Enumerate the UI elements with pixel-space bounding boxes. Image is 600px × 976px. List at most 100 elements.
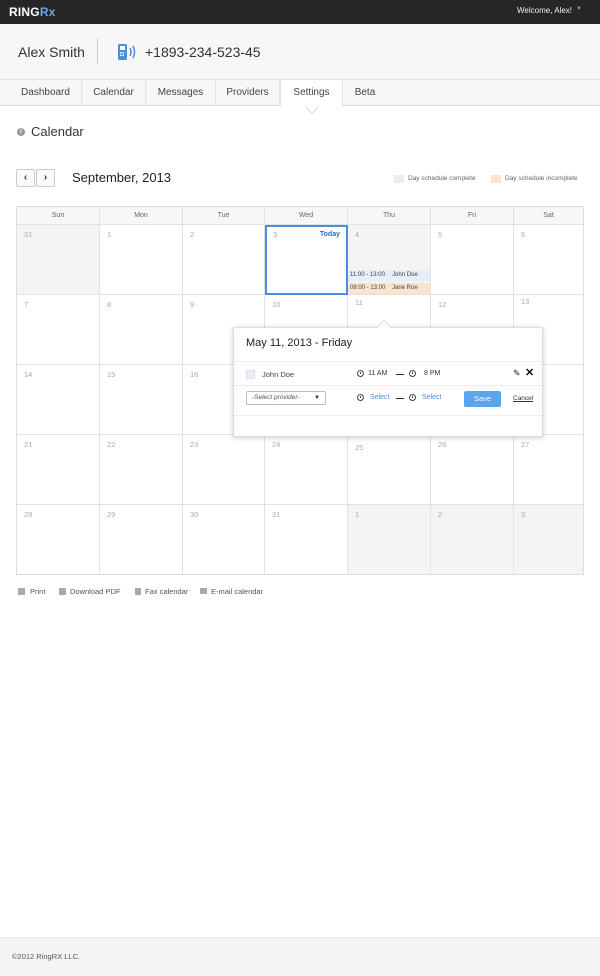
clock-icon [409,394,416,401]
day-number: 27 [521,440,530,449]
printer-icon [18,588,25,595]
active-tab-indicator [304,99,319,115]
tab-providers[interactable]: Providers [216,80,280,106]
end-time-select[interactable]: Select [422,394,441,401]
day-cell[interactable]: 1 [100,225,183,295]
start-time-select[interactable]: Select [370,394,389,401]
close-icon[interactable]: ✕ [525,368,535,379]
event-time: 08:00 - 13:00 [350,285,386,291]
day-cell[interactable]: 24 [265,435,348,505]
day-cell[interactable]: 23 [183,435,265,505]
day-cell[interactable]: 8 [100,295,183,365]
schedule-event[interactable]: 08:00 - 13:00 Jane Roe [348,283,430,294]
day-cell[interactable]: 15 [100,365,183,435]
chevron-down-icon[interactable]: ▼ [576,6,582,12]
day-number: 1 [107,230,112,239]
tab-messages[interactable]: Messages [146,80,216,106]
day-cell[interactable]: 6 [514,225,583,295]
day-cell[interactable]: 31 [265,505,348,574]
day-number: 21 [24,440,33,449]
clock-icon [357,394,364,401]
day-cell[interactable]: 25 [348,435,431,505]
email-calendar-link[interactable]: E-mail calendar [211,587,263,596]
page-title: Calendar [31,124,84,139]
provider-color-swatch [246,370,255,379]
day-number: 15 [107,370,116,379]
weekday-header: Fri [431,207,514,225]
day-number: 16 [190,370,199,379]
divider [234,361,542,362]
day-number: 11 [355,298,363,307]
event-provider: Jane Roe [392,285,418,291]
day-number: 5 [438,230,443,239]
time-separator [396,374,404,375]
next-month-button[interactable]: › [36,169,55,187]
day-cell[interactable]: 1 [348,505,431,574]
day-number: 30 [190,510,199,519]
tab-dashboard[interactable]: Dashboard [10,80,82,106]
day-cell[interactable]: 3 [514,505,583,574]
day-number: 9 [190,300,195,309]
today-cell[interactable]: 3 Today [265,225,348,295]
day-cell[interactable]: 30 [183,505,265,574]
month-title: September, 2013 [72,170,172,185]
print-link[interactable]: Print [30,587,45,596]
user-name: Alex Smith [18,44,85,60]
prev-month-button[interactable]: ‹ [16,169,35,187]
caret-down-icon: ▼ [314,395,320,401]
day-cell[interactable]: 29 [100,505,183,574]
envelope-icon [200,588,207,594]
day-cell[interactable]: 27 [514,435,583,505]
day-number: 3 [521,510,526,519]
document-icon [135,588,141,595]
welcome-menu[interactable]: Welcome, Alex! [517,6,572,15]
save-button[interactable]: Save [464,391,501,407]
time-separator [396,398,404,399]
user-header: Alex Smith +1893-234-523-45 [0,24,600,80]
day-number: 12 [438,300,447,309]
day-number: 4 [355,230,360,239]
divider [234,415,542,416]
day-number: 24 [272,440,281,449]
day-number: 2 [190,230,195,239]
ringrx-logo[interactable]: RINGRx [9,5,56,19]
day-cell[interactable]: 2 [183,225,265,295]
provider-name: John Doe [262,370,295,379]
day-cell[interactable]: 28 [17,505,100,574]
day-number: 28 [24,510,33,519]
legend-incomplete-swatch [491,175,501,183]
day-schedule-popover: May 11, 2013 - Friday John Doe 11 AM 8 P… [233,319,543,437]
today-label: Today [319,231,340,238]
day-cell[interactable]: 4 11:00 - 13:00 John Doe 08:00 - 13:00 J… [348,225,431,295]
day-number: 29 [107,510,116,519]
footer: ©2012 RingRX LLC. [0,937,600,976]
day-cell[interactable]: 14 [17,365,100,435]
fax-calendar-link[interactable]: Fax calendar [145,587,188,596]
download-pdf-link[interactable]: Download PDF [70,587,120,596]
cancel-link[interactable]: Cancel [513,395,533,402]
copyright: ©2012 RingRX LLC. [12,952,81,961]
tab-beta[interactable]: Beta [343,80,387,106]
schedule-event[interactable]: 11:00 - 13:00 John Doe [348,270,430,281]
day-cell[interactable]: 7 [17,295,100,365]
day-cell[interactable]: 31 [17,225,100,295]
tab-calendar[interactable]: Calendar [82,80,146,106]
day-number: 2 [438,510,443,519]
provider-select[interactable]: -Select provider- ▼ [246,391,326,405]
legend-complete-swatch [394,175,404,183]
day-cell[interactable]: 26 [431,435,514,505]
provider-select-value: -Select provider- [252,394,300,401]
day-cell[interactable]: 21 [17,435,100,505]
day-cell[interactable]: 2 [431,505,514,574]
day-number: 13 [521,297,530,306]
tab-settings[interactable]: Settings [280,80,343,115]
weekday-header: Sun [17,207,100,225]
day-number: 3 [273,230,278,239]
clock-icon [357,370,364,377]
day-number: 6 [521,230,526,239]
day-cell[interactable]: 5 [431,225,514,295]
pencil-icon[interactable]: ✎ [513,369,522,378]
day-number: 31 [24,230,33,239]
weekday-header: Thu [348,207,431,225]
day-cell[interactable]: 22 [100,435,183,505]
